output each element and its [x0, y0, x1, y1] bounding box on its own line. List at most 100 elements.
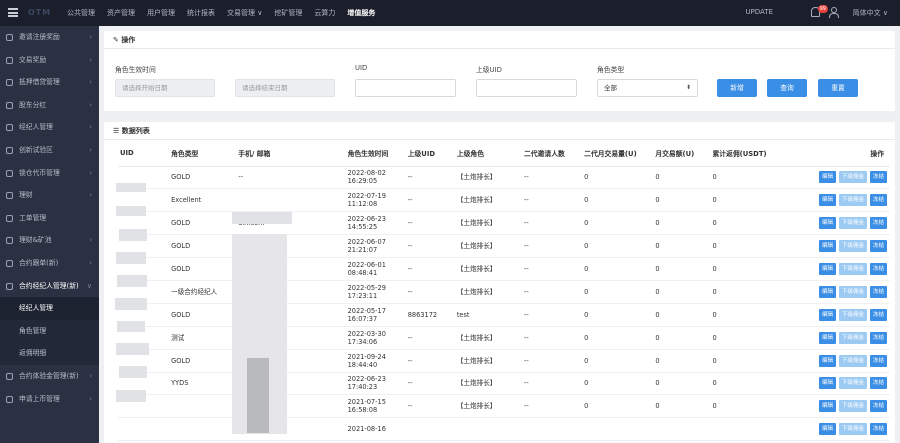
edit-button[interactable]: 编辑 [818, 331, 836, 344]
accum-cell: 0 [710, 280, 783, 304]
nav-item[interactable]: 公共管理 [61, 0, 101, 26]
chevron-icon: › [89, 371, 92, 380]
freeze-button[interactable]: 冻结 [869, 263, 887, 275]
sidebar-item[interactable]: 抵押借贷管理 › [0, 71, 99, 94]
commission-button[interactable]: 下级佣金 [838, 263, 867, 275]
user-icon[interactable] [828, 7, 839, 18]
volume-cell: 0 [582, 234, 654, 259]
time-clock: 17:34:06 [347, 337, 378, 346]
edit-button[interactable]: 编辑 [818, 423, 836, 436]
freeze-button[interactable]: 冻结 [869, 194, 887, 207]
time-cell: 2022-06-23 17:40:23 [345, 372, 406, 396]
commission-button[interactable]: 下级佣金 [838, 217, 867, 230]
parent-uid-cell: -- [405, 188, 455, 213]
edit-button[interactable]: 编辑 [818, 400, 836, 413]
language-selector[interactable]: 简体中文 ∨ [853, 8, 888, 18]
edit-button[interactable]: 编辑 [818, 217, 836, 230]
actions-cell: 编辑 下级佣金 冻结 [782, 166, 890, 190]
edit-button[interactable]: 编辑 [818, 377, 836, 390]
parent-role-cell: 【土炮排长】 [454, 257, 523, 281]
update-button[interactable]: UPDATE [745, 8, 773, 16]
monthly-cell: 0 [653, 349, 711, 373]
invitees-cell: -- [522, 326, 583, 350]
edit-button[interactable]: 编辑 [818, 308, 836, 321]
freeze-button[interactable]: 冻结 [869, 423, 887, 436]
commission-button[interactable]: 下级佣金 [838, 400, 867, 413]
sidebar-subitem[interactable]: 返佣明细 [0, 342, 99, 365]
redaction-block [247, 358, 269, 433]
freeze-button[interactable]: 冻结 [869, 377, 887, 390]
edit-button[interactable]: 编辑 [818, 354, 836, 367]
freeze-button[interactable]: 冻结 [869, 240, 887, 253]
nav-item[interactable]: 统计报表 [181, 0, 221, 26]
sidebar-item[interactable]: 创新试验区 › [0, 139, 99, 162]
column-header: 角色生效时间 [345, 140, 406, 167]
commission-button[interactable]: 下级佣金 [838, 423, 867, 436]
sidebar-item[interactable]: 经纪人管理 › [0, 116, 99, 139]
freeze-button[interactable]: 冻结 [869, 308, 887, 321]
parent-uid-input[interactable] [476, 79, 577, 97]
commission-button[interactable]: 下级佣金 [838, 240, 867, 253]
uid-input[interactable] [355, 79, 456, 97]
sidebar-item[interactable]: 锁仓代币管理 › [0, 162, 99, 185]
commission-button[interactable]: 下级佣金 [838, 354, 867, 367]
commission-button[interactable]: 下级佣金 [838, 331, 867, 344]
role-type-select[interactable]: 全部 ⬍ [597, 79, 698, 97]
nav-item[interactable]: 交易管理 ∨ [221, 0, 268, 26]
reset-button[interactable]: 重置 [818, 79, 858, 97]
commission-button[interactable]: 下级佣金 [838, 285, 867, 298]
nav-item[interactable]: 用户管理 [141, 0, 181, 26]
sidebar-item[interactable]: 合约体验金管理(新) › [0, 365, 99, 388]
nav-item[interactable]: 资产管理 [101, 0, 141, 26]
edit-button[interactable]: 编辑 [818, 194, 836, 207]
sidebar-item[interactable]: 申请上币管理 › [0, 388, 99, 411]
freeze-button[interactable]: 冻结 [869, 285, 887, 298]
sidebar-item[interactable]: 理财 › [0, 184, 99, 207]
freeze-button[interactable]: 冻结 [869, 171, 887, 184]
main-content: ✎ 操作 角色生效时间 请选择开始日期 请选择结束日期 UID 上级UID 角色… [99, 26, 900, 443]
freeze-button[interactable]: 冻结 [869, 400, 887, 413]
accum-cell: 0 [710, 326, 783, 350]
commission-button[interactable]: 下级佣金 [838, 171, 867, 184]
freeze-button[interactable]: 冻结 [869, 354, 887, 367]
add-button[interactable]: 新增 [717, 79, 757, 97]
sidebar-item[interactable]: 邀请注册奖励 › [0, 26, 99, 49]
table-header-row: UID 角色类型 手机/ 邮箱 角色生效时间 上级UID 上级角色 二代邀请人数 二代月交易量… [118, 140, 890, 167]
edit-button[interactable]: 编辑 [818, 263, 836, 275]
time-clock: 11:12:08 [347, 200, 378, 209]
start-date-input[interactable]: 请选择开始日期 [115, 79, 215, 97]
sidebar-item[interactable]: 股东分红 › [0, 94, 99, 117]
redaction-block [115, 298, 147, 310]
nav-item[interactable]: 增值服务 [341, 0, 381, 26]
nav-item[interactable]: 云算力 [308, 0, 341, 26]
sidebar-subitem[interactable]: 经纪人管理 [0, 297, 99, 320]
commission-button[interactable]: 下级佣金 [838, 194, 867, 207]
parent-uid-cell: 8863172 [405, 303, 455, 327]
monthly-cell: 0 [653, 257, 711, 281]
volume-cell [582, 417, 654, 442]
nav-item[interactable]: 挖矿管理 [268, 0, 308, 26]
sidebar-item[interactable]: 交易奖励 › [0, 49, 99, 72]
monthly-cell [653, 417, 711, 442]
commission-button[interactable]: 下级佣金 [838, 308, 867, 321]
commission-button[interactable]: 下级佣金 [838, 377, 867, 390]
time-cell: 2021-07-15 16:58:08 [345, 394, 406, 419]
edit-button[interactable]: 编辑 [818, 240, 836, 253]
menu-icon[interactable] [8, 8, 18, 17]
sidebar-item[interactable]: 合约经纪人管理(新) ∨ [0, 275, 99, 298]
edit-button[interactable]: 编辑 [818, 285, 836, 298]
sidebar-item[interactable]: 工单管理 [0, 207, 99, 230]
sidebar-item[interactable]: 合约跟单(新) › [0, 252, 99, 275]
freeze-button[interactable]: 冻结 [869, 217, 887, 230]
contact-cell [236, 188, 346, 213]
volume-cell: 0 [582, 326, 654, 350]
query-button[interactable]: 查询 [767, 79, 807, 97]
actions-cell: 编辑 下级佣金 冻结 [782, 349, 890, 373]
edit-button[interactable]: 编辑 [818, 171, 836, 184]
end-date-input[interactable]: 请选择结束日期 [235, 79, 335, 97]
time-clock: 21:21:07 [347, 246, 378, 255]
sidebar-item[interactable]: 理财&矿池 › [0, 229, 99, 252]
sidebar-item-label: 合约体验金管理(新) [19, 371, 79, 380]
sidebar-subitem[interactable]: 角色管理 [0, 319, 99, 343]
freeze-button[interactable]: 冻结 [869, 331, 887, 344]
